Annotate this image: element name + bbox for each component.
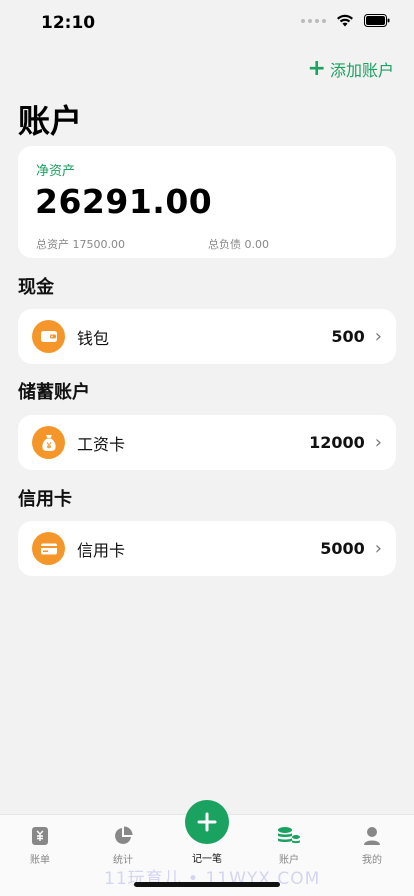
account-amount: 5000	[320, 539, 365, 558]
account-name: 钱包	[77, 328, 110, 348]
net-assets-label: 净资产	[36, 164, 76, 179]
signal-icon	[301, 18, 326, 23]
chevron-right-icon: ›	[374, 325, 382, 347]
section-title-credit: 信用卡	[18, 489, 72, 510]
coins-stack-icon	[259, 825, 319, 847]
total-debts: 总负债 0.00	[208, 238, 269, 251]
account-row-salary-card[interactable]: 工资卡 12000 ›	[18, 415, 396, 470]
net-assets-card: 净资产 26291.00 总资产 17500.00 总负债 0.00	[18, 146, 396, 258]
account-name: 工资卡	[77, 434, 126, 454]
account-row-wallet[interactable]: 钱包 500 ›	[18, 309, 396, 364]
add-record-label: 记一笔	[192, 854, 222, 865]
account-row-credit-card[interactable]: 信用卡 5000 ›	[18, 521, 396, 576]
section-title-savings: 储蓄账户	[18, 382, 90, 403]
chevron-right-icon: ›	[374, 537, 382, 559]
bill-icon	[10, 825, 70, 847]
home-indicator	[134, 882, 280, 887]
plus-icon: +	[307, 56, 326, 81]
status-icons	[301, 14, 390, 27]
wifi-icon	[337, 14, 353, 27]
battery-icon	[364, 14, 390, 27]
net-assets-value: 26291.00	[35, 182, 213, 221]
tab-stats[interactable]: 统计	[93, 825, 153, 866]
add-account-button[interactable]: + 添加账户	[308, 57, 394, 81]
add-record-button[interactable]	[185, 800, 229, 844]
person-icon	[342, 825, 402, 847]
account-amount: 500	[331, 327, 365, 346]
wallet-icon	[32, 320, 65, 353]
pie-chart-icon	[93, 825, 153, 847]
credit-card-icon	[32, 532, 65, 565]
tab-accounts[interactable]: 账户	[259, 825, 319, 866]
status-bar: 12:10	[0, 0, 414, 48]
status-time: 12:10	[41, 13, 96, 33]
plus-icon	[197, 812, 217, 832]
account-name: 信用卡	[77, 540, 126, 560]
total-assets: 总资产 17500.00	[36, 238, 125, 251]
page-title: 账户	[18, 102, 83, 140]
tab-label: 我的	[362, 855, 382, 866]
account-amount: 12000	[309, 433, 365, 452]
add-account-label: 添加账户	[329, 61, 394, 80]
chevron-right-icon: ›	[374, 431, 382, 453]
tab-me[interactable]: 我的	[342, 825, 402, 866]
tab-bills[interactable]: 账单	[10, 825, 70, 866]
section-title-cash: 现金	[18, 277, 54, 298]
tab-label: 账单	[30, 855, 50, 866]
money-bag-icon	[32, 426, 65, 459]
